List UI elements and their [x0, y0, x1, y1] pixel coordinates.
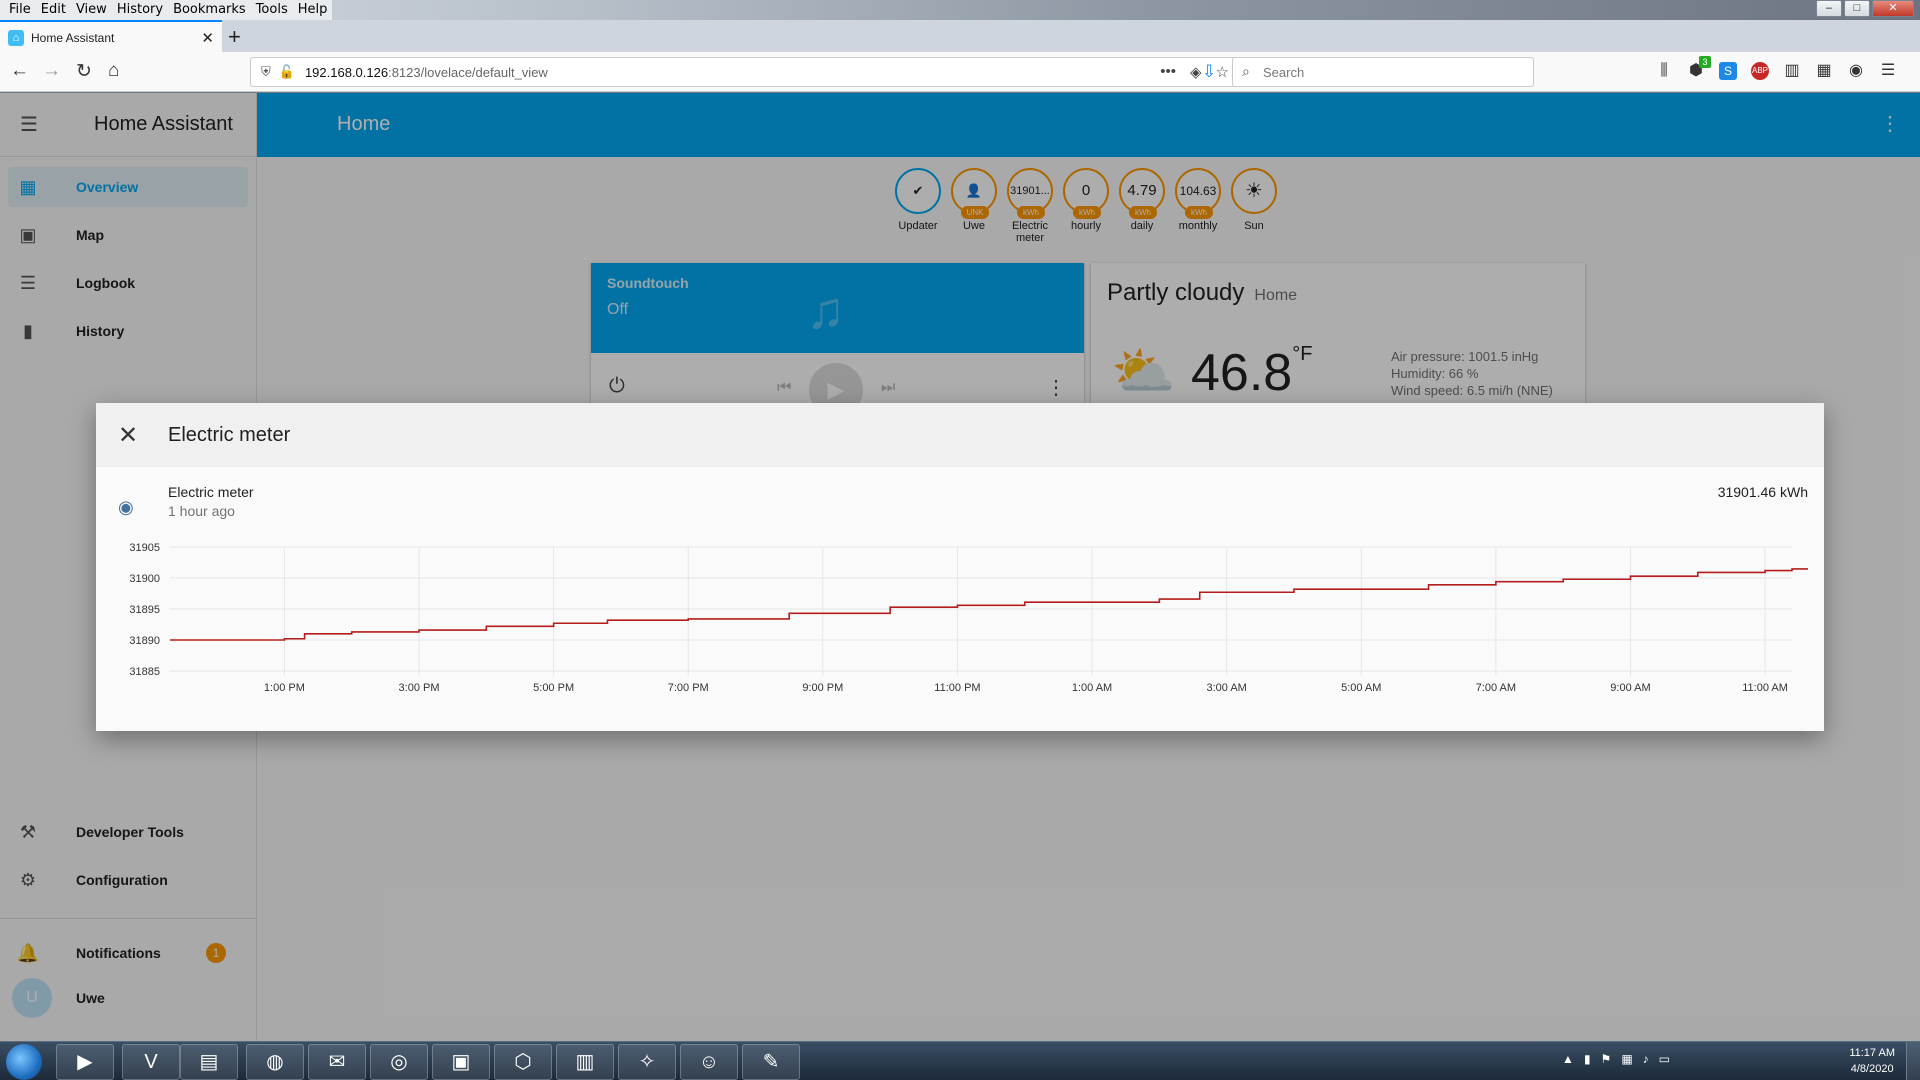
- tray-app-icon[interactable]: ▮: [1584, 1052, 1591, 1066]
- clock-date: 4/8/2020: [1850, 1063, 1894, 1075]
- taskbar-clock[interactable]: 11:17 AM 4/8/2020: [1849, 1045, 1895, 1077]
- search-placeholder: Search: [1263, 65, 1305, 80]
- paint-icon[interactable]: ✎: [742, 1044, 800, 1080]
- x-tick-label: 9:00 AM: [1610, 682, 1650, 694]
- reload-icon[interactable]: ↻: [76, 60, 92, 83]
- x-tick-label: 7:00 PM: [668, 682, 709, 694]
- vim-icon[interactable]: V: [122, 1044, 180, 1080]
- page-actions-icon[interactable]: •••: [1160, 63, 1176, 81]
- back-icon[interactable]: ←: [10, 60, 29, 82]
- terminal-icon[interactable]: ▣: [432, 1044, 490, 1080]
- x-tick-label: 11:00 AM: [1742, 682, 1788, 694]
- entity-name: Electric meter: [168, 484, 254, 500]
- network-icon[interactable]: ▦: [1621, 1052, 1632, 1066]
- skype-icon[interactable]: S: [1719, 62, 1737, 80]
- show-desktop-button[interactable]: [1906, 1042, 1920, 1080]
- account-icon[interactable]: ◉: [1847, 62, 1865, 80]
- x-tick-label: 1:00 AM: [1072, 682, 1112, 694]
- tool-icon[interactable]: ✧: [618, 1044, 676, 1080]
- url-bar[interactable]: ⛨ 🔓 192.168.0.126:8123/lovelace/default_…: [250, 57, 1240, 87]
- browser-menubar: File Edit View History Bookmarks Tools H…: [0, 0, 333, 20]
- clock-time: 11:17 AM: [1849, 1047, 1895, 1059]
- extension-icon[interactable]: ⬢ 3: [1687, 56, 1711, 80]
- toolbar-icons: ⫼ ⬢ 3 S ABP ▥ ▦ ◉ ☰: [1655, 56, 1897, 80]
- tab-strip: [0, 20, 1920, 52]
- system-tray: ▲ ▮ ⚑ ▦ ♪ ▭: [1562, 1052, 1670, 1066]
- file-explorer-icon[interactable]: ▤: [180, 1044, 238, 1080]
- menu-file[interactable]: File: [4, 0, 36, 20]
- x-tick-label: 9:00 PM: [802, 682, 843, 694]
- menu-bookmarks[interactable]: Bookmarks: [168, 0, 251, 20]
- action-center-icon[interactable]: ⚑: [1601, 1052, 1612, 1066]
- thunderbird-icon[interactable]: ✉: [308, 1044, 366, 1080]
- sidebar-toggle-icon[interactable]: ▥: [1783, 62, 1801, 80]
- minimize-button[interactable]: –: [1816, 0, 1842, 17]
- menu-history[interactable]: History: [112, 0, 168, 20]
- x-tick-label: 5:00 AM: [1341, 682, 1381, 694]
- close-window-button[interactable]: ✕: [1872, 0, 1914, 17]
- tray-expand-icon[interactable]: ▲: [1562, 1052, 1574, 1066]
- maximize-button[interactable]: □: [1844, 0, 1870, 17]
- tab-close-icon[interactable]: ✕: [201, 29, 214, 47]
- home-icon[interactable]: ⌂: [108, 60, 119, 82]
- display-icon[interactable]: ▭: [1659, 1052, 1670, 1066]
- x-tick-label: 11:00 PM: [934, 682, 980, 694]
- windows-taskbar: ▶ V ▤ ◍ ✉ ◎ ▣ ⬡ ▥ ✧ ☺ ✎ ▲ ▮ ⚑ ▦ ♪ ▭ 11:1…: [0, 1041, 1920, 1080]
- shield-icon[interactable]: ⛨: [261, 64, 271, 80]
- y-tick-label: 31905: [129, 542, 160, 554]
- close-icon[interactable]: ✕: [96, 421, 160, 450]
- y-tick-label: 31895: [129, 604, 160, 616]
- series-line-electric-meter: [170, 568, 1808, 641]
- extension-badge: 3: [1699, 56, 1711, 68]
- search-input[interactable]: ⌕ Search: [1232, 57, 1534, 87]
- new-tab-icon[interactable]: +: [228, 24, 241, 50]
- menu-tools[interactable]: Tools: [251, 0, 293, 20]
- start-button[interactable]: [6, 1044, 42, 1080]
- chrome-icon[interactable]: ◎: [370, 1044, 428, 1080]
- x-tick-label: 5:00 PM: [533, 682, 574, 694]
- firefox-icon[interactable]: ◍: [246, 1044, 304, 1080]
- dialog-header: ✕ Electric meter: [96, 403, 1824, 467]
- gimp-icon[interactable]: ☺: [680, 1044, 738, 1080]
- adblock-icon[interactable]: ABP: [1751, 62, 1769, 80]
- x-tick-label: 7:00 AM: [1476, 682, 1516, 694]
- insecure-lock-icon[interactable]: 🔓: [279, 64, 295, 80]
- qr-code-icon[interactable]: ▦: [1815, 62, 1833, 80]
- y-tick-label: 31890: [129, 635, 160, 647]
- home-assistant-favicon-icon: ⌂: [8, 29, 24, 46]
- virtualbox-icon[interactable]: ⬡: [494, 1044, 552, 1080]
- library-icon[interactable]: ⫼: [1655, 62, 1673, 80]
- entity-last-changed: 1 hour ago: [168, 503, 235, 519]
- history-chart[interactable]: 31905 31900 31895 31890 31885 1:00 PM 3:00 PM 5…: [96, 523, 1824, 723]
- dialog-title: Electric meter: [168, 423, 291, 446]
- url-host: 192.168.0.126: [304, 64, 389, 80]
- x-tick-label: 3:00 PM: [399, 682, 440, 694]
- tab-title: Home Assistant: [31, 30, 115, 45]
- window-controls: – □ ✕: [1816, 0, 1914, 17]
- forward-icon[interactable]: →: [42, 60, 61, 82]
- menu-help[interactable]: Help: [293, 0, 333, 20]
- bookmark-star-icon[interactable]: ☆: [1216, 63, 1229, 81]
- x-tick-label: 1:00 PM: [264, 682, 305, 694]
- volume-icon[interactable]: ♪: [1643, 1052, 1649, 1066]
- menu-view[interactable]: View: [71, 0, 112, 20]
- media-player-icon[interactable]: ▶: [56, 1044, 114, 1080]
- system-monitor-icon[interactable]: ▥: [556, 1044, 614, 1080]
- menu-edit[interactable]: Edit: [36, 0, 71, 20]
- download-icon[interactable]: ⇩: [1202, 62, 1216, 82]
- y-tick-label: 31900: [129, 573, 160, 585]
- browser-tab[interactable]: ⌂ Home Assistant ✕: [0, 20, 222, 53]
- more-info-dialog: ✕ Electric meter ◉ Electric meter 1 hour…: [96, 403, 1824, 731]
- y-tick-label: 31885: [129, 666, 160, 678]
- hamburger-menu-icon[interactable]: ☰: [1879, 62, 1897, 80]
- entity-state: 31901.46 kWh: [1717, 484, 1808, 500]
- search-icon: ⌕: [1242, 63, 1250, 79]
- pocket-icon[interactable]: ◈: [1190, 63, 1202, 81]
- eye-icon: ◉: [118, 497, 134, 517]
- url-path: :8123/lovelace/default_view: [388, 64, 548, 80]
- x-tick-label: 3:00 AM: [1206, 682, 1246, 694]
